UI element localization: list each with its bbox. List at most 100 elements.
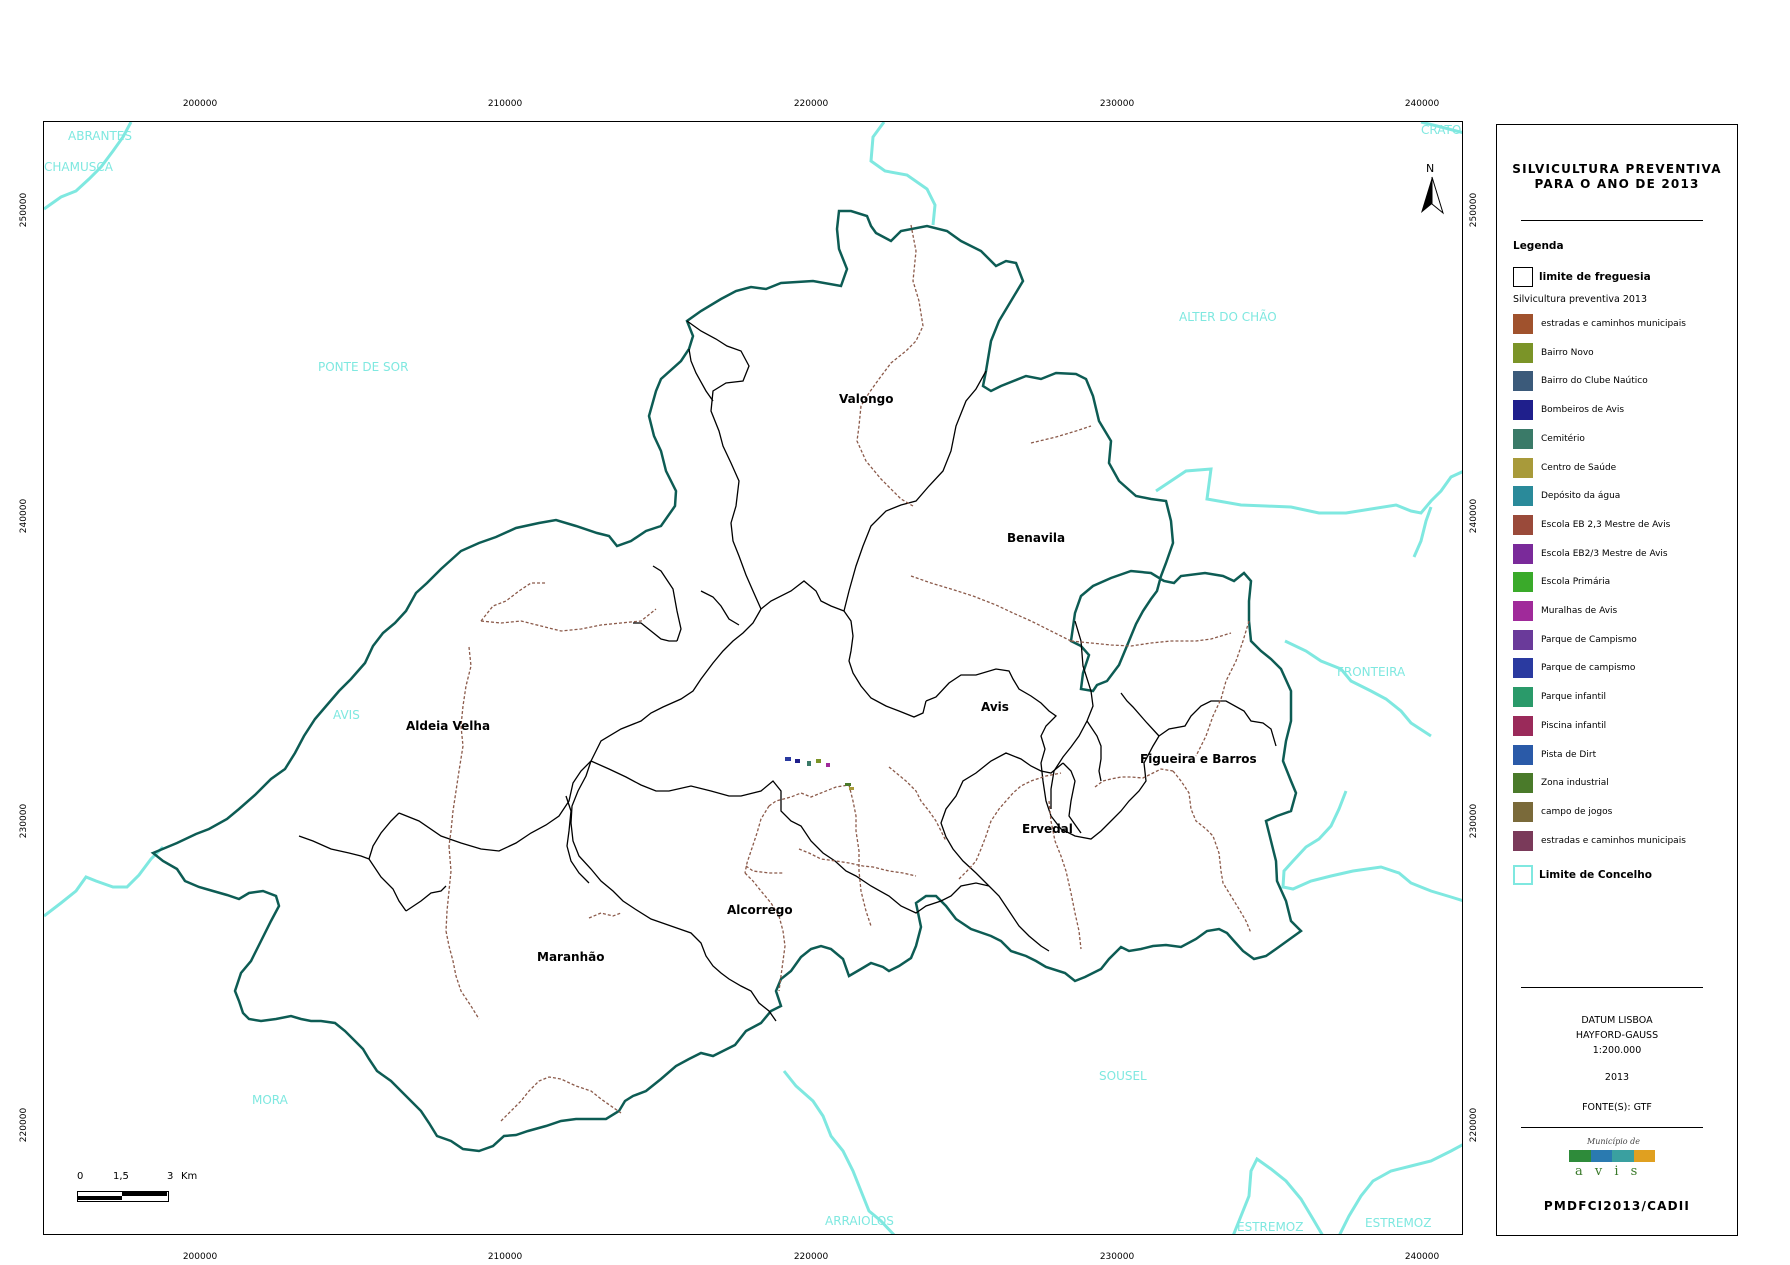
parish-boundary <box>843 610 927 718</box>
road-segment <box>888 766 947 842</box>
divider <box>1521 220 1703 221</box>
legend-panel: SILVICULTURA PREVENTIVA PARA O ANO DE 20… <box>1496 124 1738 1236</box>
parish-label: Valongo <box>839 392 893 406</box>
county-boundary <box>1155 467 1462 515</box>
source-text: FONTE(S): GTF <box>1582 1102 1652 1113</box>
feature-patch <box>795 759 800 763</box>
legend-row: estradas e caminhos municipais <box>1513 830 1686 851</box>
scale-text: 1:200.000 <box>1592 1045 1642 1056</box>
legend-title: SILVICULTURA PREVENTIVA PARA O ANO DE 20… <box>1497 162 1737 192</box>
parish-boundary <box>1050 620 1094 809</box>
scale-bar-body <box>77 1191 169 1202</box>
legend-row: Escola EB 2,3 Mestre de Avis <box>1513 514 1670 535</box>
legend-row: Parque infantil <box>1513 687 1607 708</box>
county-label: ESTREMOZ <box>1365 1216 1431 1230</box>
scale-tick-2: 3 <box>167 1171 174 1182</box>
y-tick-label: 240000 <box>1469 498 1479 534</box>
legend-label: Bombeiros de Avis <box>1541 405 1625 416</box>
parish-boundary <box>1086 720 1102 782</box>
legend-label: Parque de Campismo <box>1541 634 1637 645</box>
legend-swatch <box>1513 428 1533 449</box>
y-tick-label: 230000 <box>19 803 29 839</box>
logo-word: a v i s <box>1575 1164 1642 1179</box>
parish-boundary <box>652 565 682 642</box>
legend-label: Pista de Dirt <box>1541 749 1597 760</box>
x-tick-label: 230000 <box>1099 99 1135 109</box>
parish-boundary <box>940 752 1064 887</box>
legend-swatch <box>1513 830 1533 851</box>
x-tick-label: 200000 <box>182 99 218 109</box>
legend-row: Bairro Novo <box>1513 342 1594 363</box>
legend-label: Bairro do Clube Naútico <box>1541 376 1648 387</box>
legend-label: campo de jogos <box>1541 806 1613 817</box>
county-boundaries <box>44 122 1462 1234</box>
legend-label: Centro de Saúde <box>1541 462 1617 473</box>
legend-row: Bairro do Clube Naútico <box>1513 371 1648 392</box>
parish-labels: Valongo Benavila Aldeia Velha Avis Figue… <box>406 392 1257 964</box>
legend-label: Cemitério <box>1541 433 1585 444</box>
scale-segment-black <box>78 1196 122 1200</box>
legend-title-line: SILVICULTURA PREVENTIVA <box>1512 162 1722 176</box>
legend-label: Parque de campismo <box>1541 663 1636 674</box>
legend-swatch <box>1513 514 1533 535</box>
parish-boundary <box>590 760 990 914</box>
legend-label: Parque infantil <box>1541 692 1607 703</box>
parish-label: Benavila <box>1007 531 1065 545</box>
parish-label: Figueira e Barros <box>1140 752 1257 766</box>
county-outline[interactable] <box>150 209 1303 1153</box>
scale-unit: Km <box>181 1171 198 1182</box>
parish-label: Alcorrego <box>727 903 793 917</box>
silvicultura-roads <box>445 224 1252 1122</box>
legend-swatch <box>1513 687 1533 708</box>
parish-label: Aldeia Velha <box>406 719 490 733</box>
legend-swatch <box>1513 486 1533 507</box>
legend-swatch <box>1513 400 1533 421</box>
legend-label: estradas e caminhos municipais <box>1541 835 1686 846</box>
legend-subheading: Silvicultura preventiva 2013 <box>1513 294 1648 305</box>
parish-boundary <box>633 622 677 642</box>
y-tick-label: 220000 <box>19 1107 29 1143</box>
scale-tick-1: 1,5 <box>113 1171 129 1182</box>
county-label: ESTREMOZ <box>1237 1220 1303 1234</box>
divider <box>1521 1127 1703 1128</box>
legend-label: Limite de Concelho <box>1539 869 1652 881</box>
parish-boundary <box>1120 692 1160 737</box>
scale-bar: 0 1,5 3 Km <box>77 1171 197 1211</box>
legend-label: Depósito da água <box>1541 491 1621 502</box>
parish-label: Avis <box>981 700 1009 714</box>
legend-row: Zona industrial <box>1513 773 1609 794</box>
feature-patch <box>845 783 851 786</box>
legend-swatch <box>1513 457 1533 478</box>
legend-heading: Legenda <box>1513 240 1564 252</box>
legend-row: Parque de Campismo <box>1513 629 1637 650</box>
datum-line: DATUM LISBOA <box>1581 1015 1653 1026</box>
county-label: PONTE DE SOR <box>318 360 408 374</box>
legend-label: Escola EB2/3 Mestre de Avis <box>1541 548 1668 559</box>
logo-block <box>1612 1150 1634 1162</box>
map-canvas[interactable]: ABRANTES CHAMUSCA PONTE DE SOR ALTER DO … <box>44 122 1463 1235</box>
legend-row: Depósito da água <box>1513 486 1621 507</box>
county-label: MORA <box>252 1093 289 1107</box>
north-arrow-left <box>1421 177 1432 213</box>
y-tick-label: 230000 <box>1469 803 1479 839</box>
legend-row: campo de jogos <box>1513 801 1613 822</box>
feature-patch <box>826 763 830 767</box>
county-label: ARRAIOLOS <box>825 1214 894 1228</box>
legend-label: Bairro Novo <box>1541 347 1594 358</box>
legend-swatch <box>1513 342 1533 363</box>
feature-patches <box>785 757 854 790</box>
legend-row: estradas e caminhos municipais <box>1513 314 1686 334</box>
county-boundary <box>782 1070 896 1234</box>
map-frame[interactable]: ABRANTES CHAMUSCA PONTE DE SOR ALTER DO … <box>43 121 1463 1235</box>
legend-row: Pista de Dirt <box>1513 744 1597 765</box>
road-segment <box>445 845 452 932</box>
legend-label: Piscina infantil <box>1541 720 1607 731</box>
x-tick-label: 220000 <box>793 99 829 109</box>
parish-label: Ervedal <box>1022 822 1073 836</box>
road-segment <box>480 608 657 632</box>
road-segment <box>848 784 872 927</box>
north-arrow-right <box>1431 176 1444 215</box>
county-boundary <box>869 122 937 226</box>
county-label: FRONTEIRA <box>1337 665 1406 679</box>
legend-swatch <box>1513 715 1533 736</box>
